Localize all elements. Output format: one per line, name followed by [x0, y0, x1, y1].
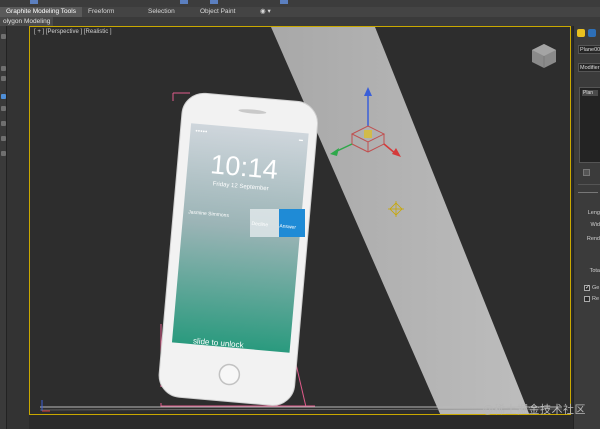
- perspective-viewport[interactable]: [ + ] [Perspective ] [Realistic ] ●●●●● …: [29, 26, 571, 415]
- mirror-tool-icon[interactable]: [1, 136, 6, 141]
- toolbar-icon-strip-2[interactable]: [180, 0, 188, 4]
- object-name-field[interactable]: Plane006: [578, 45, 600, 54]
- decline-label: Decline: [251, 220, 269, 229]
- panel-divider: [578, 184, 600, 185]
- ribbon-tabs: Graphite Modeling Tools Freeform Selecti…: [0, 7, 600, 17]
- toolbar-icon-strip[interactable]: [30, 0, 38, 4]
- answer-label: Answer: [279, 223, 297, 231]
- watermark: @稀土掘金技术社区: [482, 404, 586, 416]
- modifier-stack[interactable]: Plan: [579, 87, 600, 163]
- command-panel: Plane006 Modifier Plan Leng Wid Rend Tot…: [573, 26, 600, 429]
- toolbar-icon-strip-4[interactable]: [280, 0, 288, 4]
- total-label: Tota: [589, 268, 600, 274]
- rotate-tool-icon[interactable]: [1, 76, 6, 81]
- app-window: Graphite Modeling Tools Freeform Selecti…: [0, 0, 600, 429]
- world-axis-icon: [41, 400, 50, 412]
- generate-mapping-checkbox[interactable]: [584, 284, 590, 291]
- create-tab-icon[interactable]: [577, 29, 585, 37]
- real-world-checkbox[interactable]: [584, 296, 590, 302]
- toolbar-icon-strip-3[interactable]: [210, 0, 218, 4]
- real-world-label: Re: [592, 296, 600, 302]
- align-tool-icon[interactable]: [1, 151, 6, 156]
- width-label: Wid: [590, 222, 600, 228]
- length-label: Leng: [587, 210, 600, 216]
- tab-graphite-modeling-tools[interactable]: Graphite Modeling Tools: [0, 7, 82, 17]
- link-tool-icon[interactable]: [1, 106, 6, 111]
- modifier-list-dropdown[interactable]: Modifier: [578, 63, 600, 72]
- move-tool-icon[interactable]: [1, 66, 6, 71]
- left-toolbar: [0, 26, 7, 429]
- status-battery: ▬: [298, 136, 304, 143]
- tab-selection[interactable]: Selection: [142, 7, 194, 17]
- tab-customize-dropdown[interactable]: ◉ ▾: [254, 7, 294, 17]
- light-plane[interactable]: [271, 27, 530, 415]
- render-label: Rend: [586, 236, 600, 242]
- caller-name: Jasmine Simmons: [187, 209, 230, 219]
- pin-stack-button[interactable]: [583, 169, 590, 176]
- tab-object-paint[interactable]: Object Paint: [194, 7, 254, 17]
- status-carrier: ●●●●●: [195, 127, 208, 134]
- generate-mapping-label: Ge: [592, 285, 600, 291]
- phone-screen: ●●●●● ▬ 10:14 Friday 12 September Jasmin…: [173, 125, 311, 351]
- tab-polygon-modeling[interactable]: olygon Modeling: [0, 17, 54, 26]
- modifier-stack-item[interactable]: Plan: [582, 90, 598, 96]
- select-tool-icon[interactable]: [1, 34, 6, 39]
- ribbon-subtab-bar: olygon Modeling: [0, 17, 600, 26]
- lock-time: 10:14: [209, 149, 280, 185]
- rollout-header[interactable]: [578, 192, 598, 193]
- tab-freeform[interactable]: Freeform: [82, 7, 142, 17]
- view-cube-icon[interactable]: [532, 44, 556, 68]
- viewport-label[interactable]: [ + ] [Perspective ] [Realistic ]: [34, 29, 112, 35]
- viewport-gutter: [7, 26, 29, 429]
- command-panel-tabs: [577, 29, 596, 37]
- scale-tool-icon[interactable]: [1, 94, 6, 99]
- main-toolbar-strip: [0, 0, 600, 7]
- modify-tab-icon[interactable]: [588, 29, 596, 37]
- snap-tool-icon[interactable]: [1, 121, 6, 126]
